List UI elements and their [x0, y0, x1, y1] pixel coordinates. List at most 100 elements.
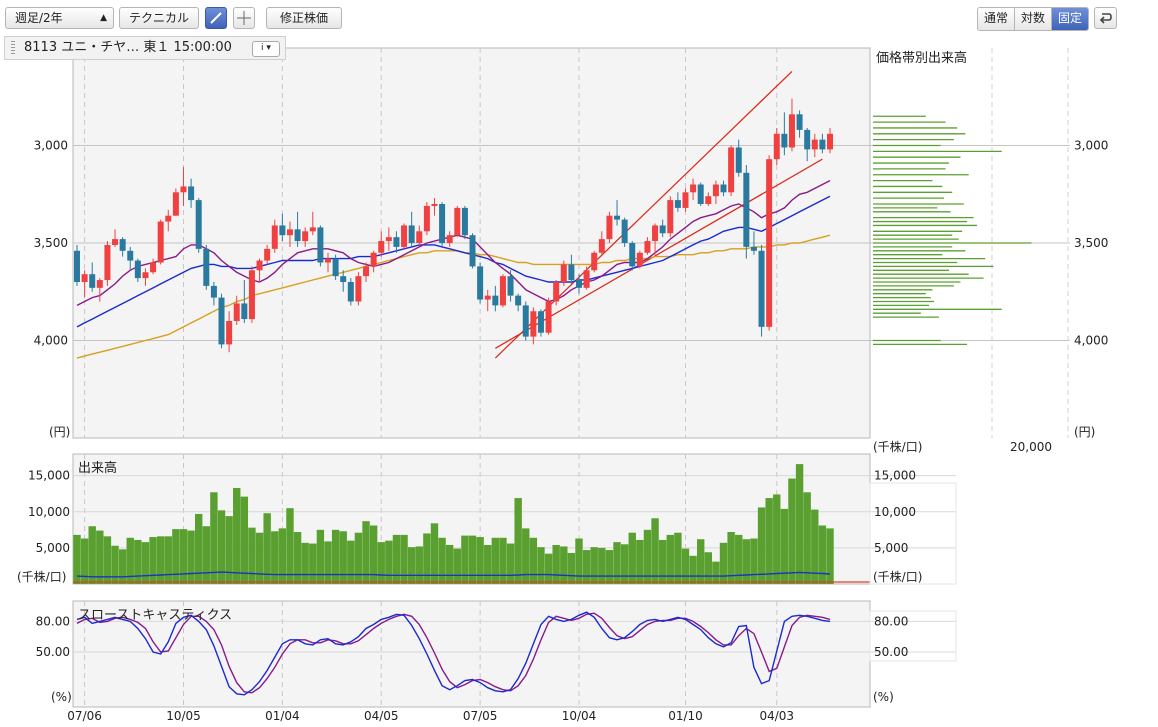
stochastics-unit-left: (%): [51, 690, 72, 704]
candle-body: [172, 192, 179, 216]
volume-bar: [826, 528, 834, 584]
candle-body: [188, 186, 195, 201]
stochastics-tick-label: 80.00: [36, 614, 70, 628]
volume-tick-label: 10,000: [28, 505, 70, 519]
candle-body: [454, 207, 461, 236]
candle-body: [652, 225, 659, 242]
candle-body: [766, 159, 773, 327]
volume-unit-left: (千株/口): [17, 569, 66, 584]
candle-body: [477, 266, 484, 300]
volume-bar: [233, 487, 241, 584]
volume-profile: [873, 115, 1032, 346]
chart-area[interactable]: 価格帯別出来高 4,0003,5003,000 4,0003,5003,000 …: [0, 0, 1158, 727]
volume-bar: [765, 498, 773, 584]
volume-bar: [423, 533, 431, 584]
volume-title: 出来高: [78, 460, 117, 476]
stock-label[interactable]: 8113 ユニ・チヤ… 東１ 15:00:00 i ▾: [4, 36, 286, 60]
candle-body: [340, 276, 347, 282]
volume-bar: [735, 534, 743, 584]
candle-body: [127, 250, 134, 261]
candle-body: [690, 184, 697, 193]
volume-tick-label: 10,000: [874, 505, 916, 519]
volume-bar: [803, 492, 811, 584]
volume-bar: [658, 539, 667, 584]
volume-unit-right: (千株/口): [873, 569, 922, 584]
volume-bar: [210, 492, 218, 584]
volume-bar: [499, 537, 507, 584]
candle-body: [728, 147, 735, 193]
candle-body: [271, 225, 278, 249]
volume-bar: [255, 532, 264, 584]
candle-body: [74, 250, 80, 282]
candle-body: [545, 301, 552, 333]
candle-body: [537, 311, 544, 333]
candle-body: [636, 252, 643, 267]
volume-tick-label: 5,000: [874, 541, 908, 555]
volume-bar: [590, 547, 598, 584]
stock-label-text: 8113 ユニ・チヤ… 東１ 15:00:00: [24, 40, 232, 55]
volume-bar: [689, 555, 697, 584]
candle-body: [226, 321, 233, 345]
candle-body: [499, 276, 506, 306]
candle-body: [811, 139, 818, 150]
volume-bar: [240, 496, 249, 584]
candle-body: [461, 207, 468, 236]
volume-bar: [613, 542, 621, 584]
candle-body: [827, 133, 833, 150]
price-tick-label: 3,000: [34, 139, 68, 153]
candle-body: [150, 262, 157, 273]
volume-bar: [392, 534, 401, 584]
candle-body: [446, 235, 453, 243]
price-unit-left: (円): [49, 425, 70, 439]
volume-bar: [681, 548, 690, 584]
candle-body: [682, 192, 689, 208]
candle-body: [104, 244, 111, 281]
x-axis-label: 01/04: [265, 709, 300, 723]
candle-body: [819, 139, 826, 150]
candle-body: [720, 184, 727, 193]
volume-profile-max-label: 20,000: [1010, 440, 1052, 454]
candle-body: [142, 272, 149, 279]
candle-body: [332, 258, 339, 277]
candle-body: [674, 200, 681, 208]
x-axis-label: 07/05: [463, 709, 498, 723]
volume-bar: [156, 536, 165, 584]
candle-body: [294, 229, 301, 242]
volume-bar: [567, 552, 576, 584]
candle-body: [743, 172, 750, 247]
candle-body: [515, 295, 522, 306]
candle-body: [507, 276, 514, 296]
volume-bar: [309, 543, 317, 584]
volume-bar: [385, 540, 393, 584]
candle-body: [286, 229, 293, 236]
candle-body: [591, 252, 598, 271]
volume-bar: [301, 542, 309, 584]
price-tick-label: 3,000: [1074, 139, 1108, 153]
candle-body: [317, 227, 324, 263]
info-dropdown-icon[interactable]: i ▾: [252, 41, 280, 57]
candle-body: [423, 205, 430, 232]
drag-handle-icon[interactable]: [11, 41, 15, 55]
candle-body: [81, 274, 88, 282]
volume-bar: [118, 549, 127, 584]
candle-body: [788, 114, 795, 148]
volume-bar: [598, 547, 606, 584]
volume-side-box: [869, 482, 957, 585]
volume-bar: [651, 518, 659, 584]
candle-body: [370, 252, 377, 267]
price-tick-label: 4,000: [34, 334, 68, 348]
price-unit-right: (円): [1074, 425, 1095, 439]
volume-bar: [712, 561, 720, 584]
volume-bar: [575, 538, 583, 584]
volume-profile-unit: (千株/口): [873, 439, 922, 454]
candle-body: [302, 231, 309, 242]
volume-bar: [453, 548, 462, 584]
candle-body: [644, 241, 651, 253]
candle-body: [248, 270, 255, 320]
candle-body: [758, 250, 765, 327]
candle-body: [773, 133, 780, 160]
volume-bar: [818, 525, 827, 584]
candle-body: [469, 235, 476, 267]
volume-bar: [407, 547, 416, 584]
candle-body: [492, 295, 499, 306]
